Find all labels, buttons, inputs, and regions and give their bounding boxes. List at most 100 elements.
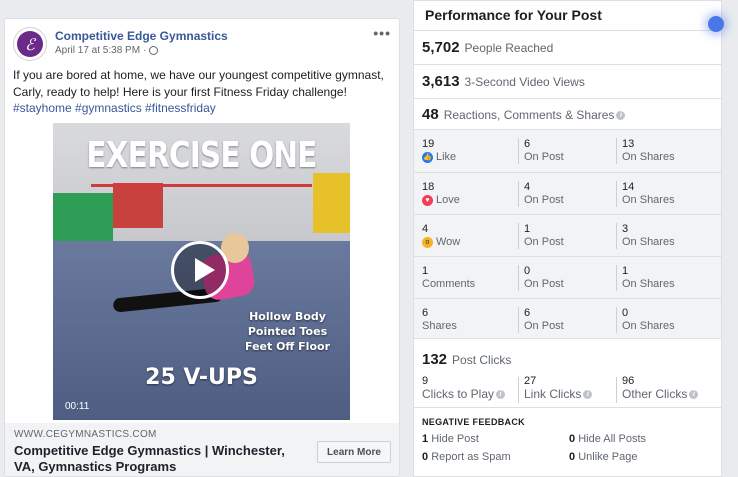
engagement-value: 48 [422, 106, 439, 123]
column-divider [518, 181, 519, 207]
engagement-label-text: Reactions, Comments & Shares [443, 108, 615, 122]
learn-more-button[interactable]: Learn More [317, 441, 391, 463]
people-reached-label: People Reached [464, 41, 554, 55]
comments-on-shares: 1 [622, 265, 629, 277]
shares-on-post: 6 [524, 307, 531, 319]
page-avatar[interactable]: ℰ [13, 27, 47, 61]
performance-panel: Performance for Your Post 5,702 People R… [413, 0, 722, 477]
hide-post-stat: 1 Hide Post [422, 433, 479, 445]
report-spam-value: 0 [422, 451, 429, 463]
hide-all-posts-label: Hide All Posts [578, 433, 647, 445]
column-divider [616, 307, 617, 333]
breakdown-row-love: 18 ♥ Love 4 On Post 14 On Shares [414, 172, 721, 214]
post-hashtags[interactable]: #stayhome #gymnastics #fitnessfriday [13, 101, 216, 115]
on-post-label: On Post [524, 278, 564, 290]
post-meta: April 17 at 5:38 PM · [55, 45, 159, 56]
love-on-shares: 14 [622, 181, 635, 193]
like-on-post: 6 [524, 138, 531, 150]
video-player[interactable]: EXERCISE ONE Hollow Body Pointed Toes Fe… [53, 123, 350, 420]
post-header: ℰ Competitive Edge Gymnastics April 17 a… [13, 25, 391, 61]
avatar-logo: ℰ [17, 31, 43, 57]
wow-icon: o [422, 237, 433, 248]
comments-on-post: 0 [524, 265, 531, 277]
on-post-label: On Post [524, 151, 564, 163]
wow-on-post: 1 [524, 223, 531, 235]
video-cue-1: Hollow Body [249, 310, 326, 323]
video-reps-text: 25 V-UPS [145, 365, 258, 390]
link-clicks: 27 Link Clicks i [524, 375, 593, 401]
meta-separator: · [143, 45, 147, 56]
other-clicks-label: Other Clicks [622, 387, 688, 401]
column-divider [518, 307, 519, 333]
breakdown-row-comments: 1 Comments 0 On Post 1 On Shares [414, 256, 721, 298]
shares-total: 6 [422, 307, 429, 319]
info-icon[interactable]: i [583, 390, 593, 400]
post-clicks-section: 132 Post Clicks 9 Clicks to Play i 27 Lin… [414, 339, 721, 407]
info-icon[interactable]: i [689, 390, 699, 400]
on-shares-label: On Shares [622, 194, 675, 206]
on-post-label: On Post [524, 194, 564, 206]
other-clicks: 96 Other Clicks i [622, 375, 699, 401]
unlike-page-label: Unlike Page [578, 451, 638, 463]
post-date[interactable]: April 17 at 5:38 PM [55, 45, 140, 56]
info-icon[interactable]: i [616, 111, 626, 121]
shares-on-shares: 0 [622, 307, 629, 319]
video-cue-text: Hollow Body Pointed Toes Feet Off Floor [245, 309, 330, 354]
like-on-shares: 13 [622, 138, 635, 150]
performance-title: Performance for Your Post [425, 7, 602, 23]
hide-post-label: Hide Post [431, 433, 479, 445]
column-divider [616, 181, 617, 207]
wow-on-shares: 3 [622, 223, 629, 235]
post-card: ℰ Competitive Edge Gymnastics April 17 a… [4, 18, 400, 477]
column-divider [616, 223, 617, 249]
on-shares-label: On Shares [622, 278, 675, 290]
video-title-text: EXERCISE ONE [86, 135, 317, 176]
link-domain: WWW.CEGYMNASTICS.COM [14, 429, 157, 440]
video-cue-2: Pointed Toes [247, 325, 328, 338]
play-icon[interactable] [171, 241, 229, 299]
video-mat-yellow [313, 173, 350, 233]
unlike-page-stat: 0 Unlike Page [569, 451, 638, 463]
wow-total: 4 [422, 223, 429, 235]
breakdown-row-like: 19 👍 Like 6 On Post 13 On Shares [414, 130, 721, 172]
video-views-value: 3,613 [422, 73, 460, 90]
more-options-icon[interactable]: ••• [373, 25, 391, 41]
breakdown-row-shares: 6 Shares 6 On Post 0 On Shares [414, 298, 721, 340]
info-icon[interactable]: i [496, 390, 506, 400]
column-divider [616, 265, 617, 291]
love-on-post: 4 [524, 181, 531, 193]
shares-label: Shares [422, 320, 457, 332]
video-views-row: 3,613 3-Second Video Views [414, 64, 721, 98]
negative-feedback-section: NEGATIVE FEEDBACK 1 Hide Post 0 Hide All… [414, 407, 721, 477]
column-divider [518, 377, 519, 403]
post-clicks-value: 132 [422, 351, 448, 368]
column-divider [616, 377, 617, 403]
people-reached-row: 5,702 People Reached [414, 30, 721, 64]
hide-post-value: 1 [422, 433, 429, 445]
on-shares-label: On Shares [622, 320, 675, 332]
hide-all-posts-stat: 0 Hide All Posts [569, 433, 646, 445]
link-title[interactable]: Competitive Edge Gymnastics | Winchester… [14, 443, 304, 475]
page-name-link[interactable]: Competitive Edge Gymnastics [55, 29, 228, 43]
on-post-label: On Post [524, 236, 564, 248]
post-text: If you are bored at home, we have our yo… [13, 68, 384, 99]
on-shares-label: On Shares [622, 236, 675, 248]
column-divider [518, 265, 519, 291]
comments-label: Comments [422, 278, 476, 290]
cursor-indicator [708, 16, 724, 32]
engagement-row: 48 Reactions, Comments & Shares i [414, 98, 721, 129]
column-divider [616, 138, 617, 164]
link-preview[interactable]: WWW.CEGYMNASTICS.COM Competitive Edge Gy… [5, 423, 399, 476]
on-shares-label: On Shares [622, 151, 675, 163]
video-mat-red [113, 183, 163, 228]
hide-all-posts-value: 0 [569, 433, 576, 445]
unlike-page-value: 0 [569, 451, 576, 463]
report-spam-stat: 0 Report as Spam [422, 451, 511, 463]
love-icon: ♥ [422, 195, 433, 206]
engagement-breakdown: 19 👍 Like 6 On Post 13 On Shares 18 ♥ Love 4 On… [414, 129, 721, 339]
breakdown-row-wow: 4 o Wow 1 On Post 3 On Shares [414, 214, 721, 256]
comments-total: 1 [422, 265, 429, 277]
engagement-label: Reactions, Comments & Shares i [444, 108, 626, 122]
column-divider [518, 223, 519, 249]
column-divider [518, 138, 519, 164]
